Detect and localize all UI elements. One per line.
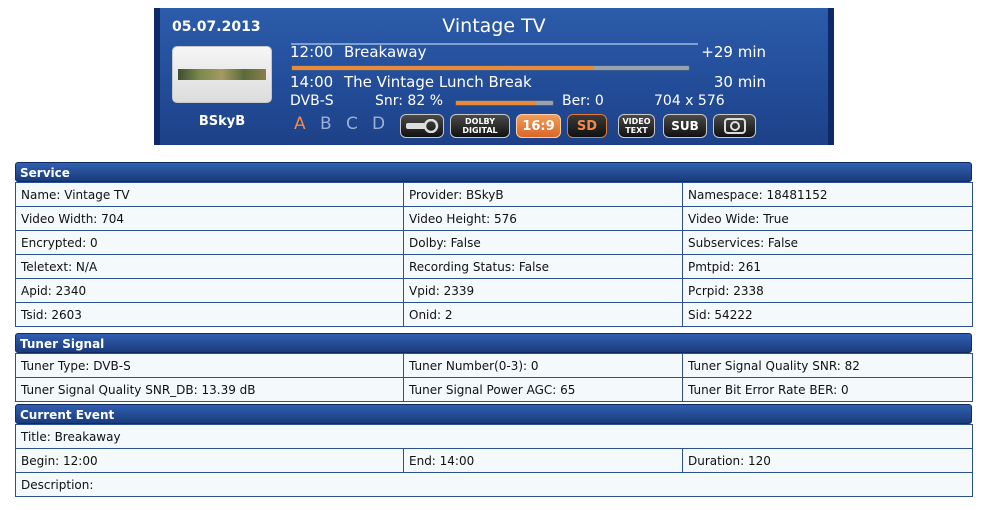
provider-name: BSkyB	[198, 114, 246, 129]
service-namespace-cell: Namespace: 18481152	[682, 182, 973, 207]
teletext-cell: Teletext: N/A	[15, 254, 404, 279]
snr-label: Snr: 82 %	[375, 93, 444, 109]
resolution-label: 704 x 576	[654, 93, 725, 109]
table-row: Tuner Signal Quality SNR_DB: 13.39 dB Tu…	[15, 377, 973, 402]
event-end-cell: End: 14:00	[403, 448, 683, 473]
audio-track-c[interactable]: C	[346, 114, 372, 134]
event-duration-cell: Duration: 120	[682, 448, 973, 473]
service-table: Name: Vintage TV Provider: BSkyB Namespa…	[15, 182, 973, 327]
videotext-badge-bottom: TEXT	[625, 126, 648, 135]
ber-label: Ber: 0	[562, 93, 604, 109]
current-event-line: 12:00 Breakaway	[290, 43, 770, 61]
infobar-panel: 05.07.2013 Vintage TV BSkyB 12:00 Breakaw…	[154, 8, 834, 145]
video-wide-cell: Video Wide: True	[682, 206, 973, 231]
videotext-icon: VIDEO TEXT	[618, 114, 655, 138]
audio-track-b[interactable]: B	[320, 114, 346, 134]
tuner-signal-table: Tuner Type: DVB-S Tuner Number(0-3): 0 T…	[15, 353, 973, 402]
table-row: Description:	[15, 472, 973, 497]
service-name-cell: Name: Vintage TV	[15, 182, 404, 207]
event-title-cell: Title: Breakaway	[15, 424, 973, 449]
table-row: Teletext: N/A Recording Status: False Pm…	[15, 254, 973, 279]
hdd-icon	[713, 114, 756, 138]
tuner-type-cell: Tuner Type: DVB-S	[15, 353, 404, 378]
sid-cell: Sid: 54222	[682, 302, 973, 327]
snr-bar	[455, 100, 554, 106]
table-row: Tuner Type: DVB-S Tuner Number(0-3): 0 T…	[15, 353, 973, 378]
tuner-agc-cell: Tuner Signal Power AGC: 65	[403, 377, 683, 402]
table-row: Begin: 12:00 End: 14:00 Duration: 120	[15, 448, 973, 473]
current-event-title: Breakaway	[344, 43, 427, 61]
snr-bar-fill	[456, 101, 536, 105]
crypt-key-icon	[400, 114, 444, 138]
table-row: Title: Breakaway	[15, 424, 973, 449]
signal-row: DVB-S Snr: 82 % Ber: 0 704 x 576	[290, 93, 770, 111]
event-progress-fill	[292, 66, 594, 70]
current-event-remaining: +29 min	[701, 43, 766, 61]
dolby-badge-bottom: DIGITAL	[462, 126, 498, 135]
tuner-signal-header: Tuner Signal	[15, 333, 972, 353]
encrypted-cell: Encrypted: 0	[15, 230, 404, 255]
next-event-time: 14:00	[290, 73, 334, 91]
video-width-cell: Video Width: 704	[15, 206, 404, 231]
current-event-table: Title: Breakaway Begin: 12:00 End: 14:00…	[15, 424, 973, 497]
next-event-duration: 30 min	[713, 73, 766, 91]
event-begin-cell: Begin: 12:00	[15, 448, 404, 473]
channel-logo	[172, 46, 272, 103]
subtitle-badge: SUB	[663, 114, 707, 138]
audio-track-a[interactable]: A	[294, 114, 320, 134]
table-row: Encrypted: 0 Dolby: False Subservices: F…	[15, 230, 973, 255]
next-event-line: 14:00 The Vintage Lunch Break	[290, 73, 770, 91]
next-event-title: The Vintage Lunch Break	[344, 73, 532, 91]
channel-name: Vintage TV	[442, 15, 546, 37]
apid-cell: Apid: 2340	[15, 278, 404, 303]
current-event-header: Current Event	[15, 404, 972, 424]
tuner-type: DVB-S	[290, 93, 334, 109]
tuner-ber-cell: Tuner Bit Error Rate BER: 0	[682, 377, 973, 402]
service-provider-cell: Provider: BSkyB	[403, 182, 683, 207]
onid-cell: Onid: 2	[403, 302, 683, 327]
tuner-number-cell: Tuner Number(0-3): 0	[403, 353, 683, 378]
service-header: Service	[15, 162, 972, 182]
dolby-cell: Dolby: False	[403, 230, 683, 255]
tuner-snr-cell: Tuner Signal Quality SNR: 82	[682, 353, 973, 378]
table-row: Name: Vintage TV Provider: BSkyB Namespa…	[15, 182, 973, 207]
pcrpid-cell: Pcrpid: 2338	[682, 278, 973, 303]
pmtpid-cell: Pmtpid: 261	[682, 254, 973, 279]
dolby-badge-top: DOLBY	[465, 117, 495, 126]
tuner-snr-db-cell: Tuner Signal Quality SNR_DB: 13.39 dB	[15, 377, 404, 402]
table-row: Video Width: 704 Video Height: 576 Video…	[15, 206, 973, 231]
audio-track-list: ABCD	[294, 114, 398, 134]
current-event-time: 12:00	[290, 43, 334, 61]
event-progress-bar	[291, 65, 690, 71]
subservices-cell: Subservices: False	[682, 230, 973, 255]
channel-logo-image	[178, 69, 266, 80]
sd-badge: SD	[567, 114, 607, 138]
table-row: Apid: 2340 Vpid: 2339 Pcrpid: 2338	[15, 278, 973, 303]
table-row: Tsid: 2603 Onid: 2 Sid: 54222	[15, 302, 973, 327]
audio-track-d[interactable]: D	[372, 114, 398, 134]
tsid-cell: Tsid: 2603	[15, 302, 404, 327]
dolby-icon: DOLBY DIGITAL	[450, 114, 510, 138]
recording-status-cell: Recording Status: False	[403, 254, 683, 279]
video-height-cell: Video Height: 576	[403, 206, 683, 231]
videotext-badge-top: VIDEO	[622, 117, 651, 126]
vpid-cell: Vpid: 2339	[403, 278, 683, 303]
event-description-cell: Description:	[15, 472, 973, 497]
aspect-ratio-badge: 16:9	[516, 114, 561, 138]
